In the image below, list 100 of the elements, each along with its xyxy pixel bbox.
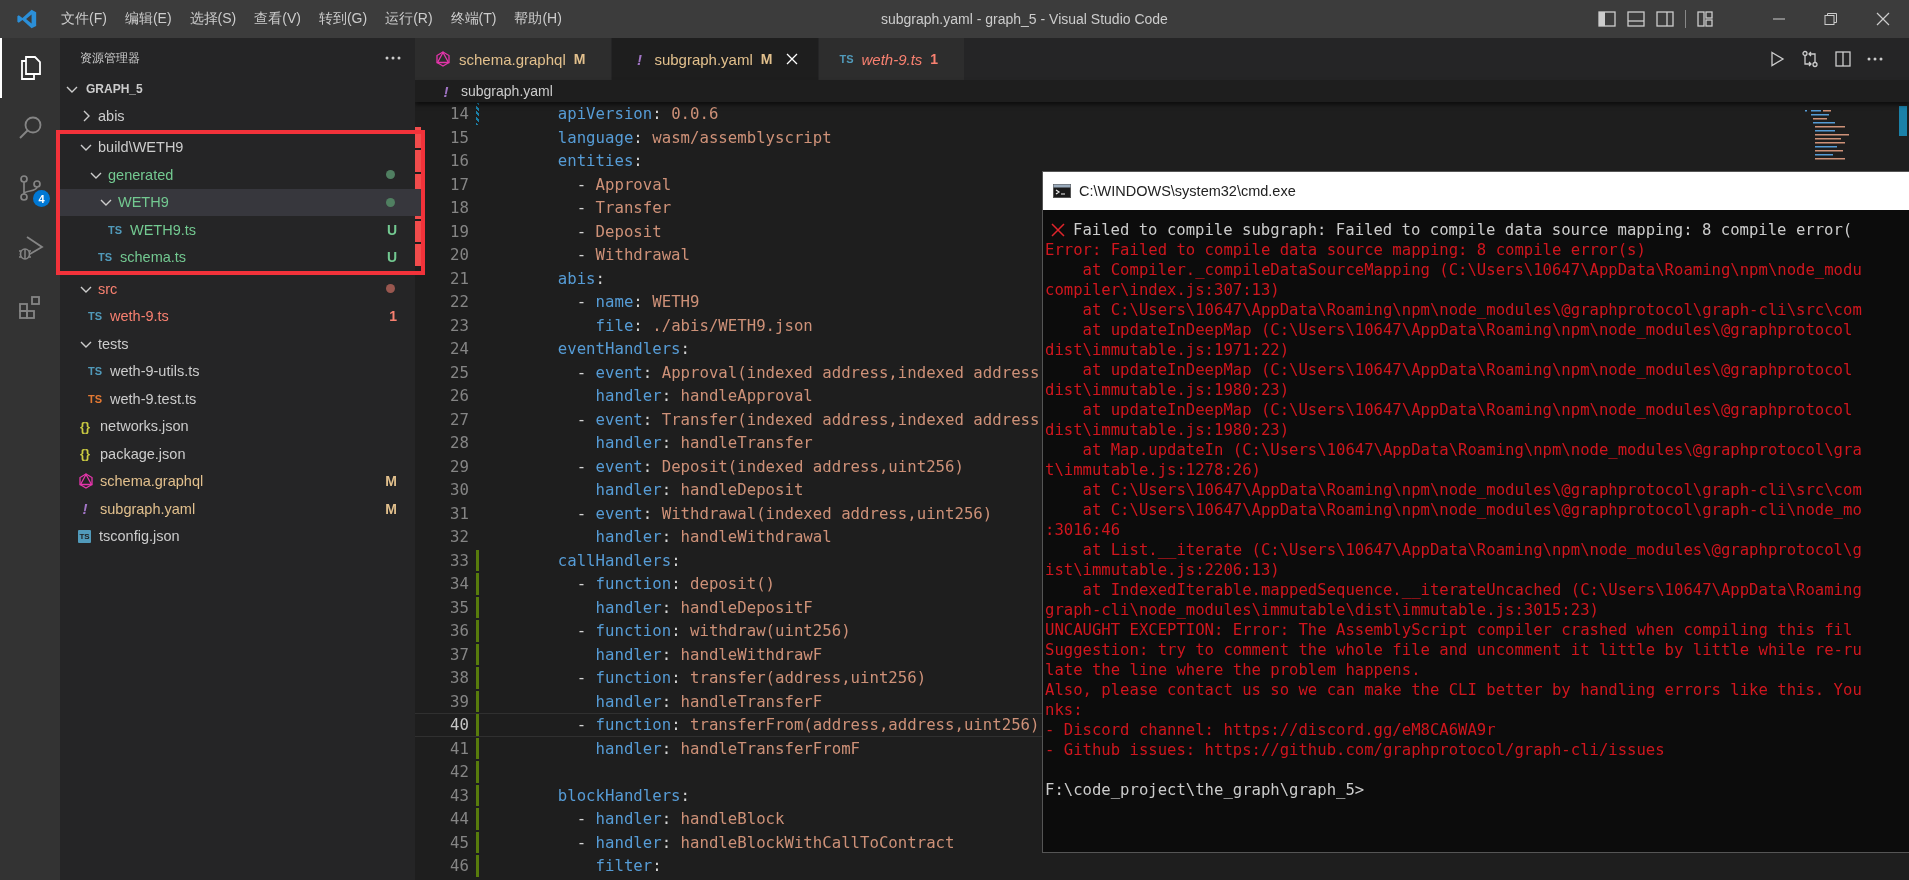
split-editor-icon[interactable] (1835, 51, 1851, 67)
code-line: abis: (556, 268, 605, 288)
console-line: at List.__iterate (C:\Users\10647\AppData\Roaming\npm\node_modules\@graphprotocol\g (1081, 540, 1862, 560)
menu-item[interactable]: 终端(T) (441, 6, 506, 32)
line-number: 26 (449, 386, 469, 406)
console-line: UNCAUGHT EXCEPTION: Error: The AssemblyScript compiler crashed when compiling this fil (1045, 620, 1853, 640)
line-number: 39 (449, 691, 469, 711)
folder-name: generated (108, 166, 175, 183)
menu-item[interactable]: 选择(S) (180, 6, 246, 32)
line-number: 28 (449, 433, 469, 453)
code-line: - function: transfer(address,uint256) (575, 668, 927, 688)
tree-item[interactable]: {} package.json (60, 440, 415, 468)
folder-name: WETH9 (118, 194, 170, 211)
tab-label: weth-9.ts (861, 50, 923, 68)
folder-name: abis (98, 107, 126, 124)
console-line: at updateInDeepMap (C:\Users\10647\AppData\Roaming\npm\node_modules\@graphprotocol (1081, 360, 1853, 380)
code-line: - handler: handleBlockWithCallToContract (575, 832, 955, 852)
console-line: at C:\Users\10647\AppData\Roaming\npm\node_modules\@graphprotocol\graph-cli\src\com (1081, 480, 1862, 500)
line-number: 32 (449, 527, 469, 547)
scrollbar-thumb[interactable] (1899, 106, 1907, 136)
file-name: WETH9.ts (130, 221, 198, 238)
menu-item[interactable]: 编辑(E) (115, 6, 181, 32)
ts-file-icon: TS (88, 310, 102, 323)
tree-item[interactable]: TS WETH9.ts U (60, 216, 421, 244)
console-line: late the line where the problem happens. (1045, 660, 1421, 680)
line-number: 34 (449, 574, 469, 594)
code-line: handler: handleDeposit (594, 480, 804, 500)
editor-tab[interactable]: schema.graphql M (415, 38, 613, 80)
git-status: 1 (389, 308, 397, 325)
line-number: 42 (449, 762, 469, 782)
tree-item[interactable]: ! subgraph.yaml M (60, 495, 415, 523)
panel-toggle-icon[interactable] (1627, 11, 1645, 27)
line-number: 17 (449, 174, 469, 194)
editor-tab[interactable]: TS weth-9.ts 1 (819, 38, 966, 80)
run-icon[interactable] (1769, 51, 1785, 67)
menu-item[interactable]: 文件(F) (52, 6, 116, 32)
console-line: - Discord channel: https://discord.gg/eM8CA6WA9r (1045, 720, 1496, 740)
menu-item[interactable]: 运行(R) (376, 6, 442, 32)
tree-item[interactable]: src (60, 275, 415, 303)
file-name: tsconfig.json (99, 528, 181, 545)
code-line: - event: Deposit(indexed address,uint256) (575, 456, 964, 476)
more-icon[interactable] (385, 56, 401, 60)
run-debug-icon (17, 234, 45, 262)
console-line: t\immutable.js:1278:26) (1045, 460, 1261, 480)
yaml-file-icon: ! (632, 50, 647, 68)
code-line: - Deposit (575, 221, 662, 241)
scm-button[interactable]: 4 (0, 158, 60, 218)
restore-icon (1824, 12, 1838, 26)
line-number: 15 (449, 127, 469, 147)
error-icon (1051, 223, 1065, 237)
breadcrumb-item[interactable]: subgraph.yaml (461, 83, 553, 99)
console-line: compiler\index.js:307:13) (1045, 280, 1280, 300)
line-number: 21 (449, 268, 469, 288)
editor-tab[interactable]: ! subgraph.yaml M (612, 38, 820, 80)
menu-item[interactable]: 帮助(H) (505, 6, 571, 32)
split-layout-icon[interactable] (1656, 11, 1674, 27)
tab-label: schema.graphql (459, 50, 566, 68)
notification-badge: 4 (33, 190, 50, 207)
tree-item[interactable]: tests (60, 330, 415, 358)
console-line: at C:\Users\10647\AppData\Roaming\npm\node_modules\@graphprotocol\graph-cli\src\com (1081, 300, 1862, 320)
folder-name: GRAPH_5 (86, 82, 143, 96)
close-icon[interactable] (786, 53, 799, 65)
menu-item[interactable]: 查看(V) (245, 6, 310, 32)
tree-item[interactable]: abis (60, 102, 415, 130)
more-icon[interactable] (1867, 57, 1883, 61)
compare-changes-icon[interactable] (1801, 50, 1819, 68)
line-number: 46 (449, 856, 469, 876)
code-line: entities: (556, 151, 643, 171)
vscode-logo-icon (16, 8, 38, 30)
menu-item[interactable]: 转到(G) (309, 6, 377, 32)
tab-label: subgraph.yaml (654, 50, 753, 68)
tree-item[interactable]: generated (60, 161, 421, 189)
tree-item[interactable]: TS weth-9.ts 1 (60, 302, 415, 330)
tree-item[interactable]: schema.graphql M (60, 467, 415, 495)
line-number: 38 (449, 668, 469, 688)
tree-item[interactable]: TS weth-9-utils.ts (60, 357, 415, 385)
tree-item[interactable]: TS schema.ts U (60, 243, 421, 271)
tree-item[interactable]: {} networks.json (60, 412, 415, 440)
line-number: 16 (449, 151, 469, 171)
line-number: 31 (449, 503, 469, 523)
tsconfig-file-icon: TS (78, 529, 91, 543)
layout-icon[interactable] (1697, 11, 1713, 27)
code-line: handler: handleTransferFromF (594, 738, 861, 758)
line-number: 40 (449, 715, 469, 735)
folder-header[interactable]: GRAPH_5 (60, 76, 415, 102)
tree-item[interactable]: TS tsconfig.json (60, 522, 415, 550)
console-line: :3016:46 (1045, 520, 1121, 540)
ts-test-file-icon: TS (88, 392, 102, 405)
console-line: graph-cli\node_modules\immutable\dist\immutable.js:3015:23) (1045, 600, 1599, 620)
ts-file-icon: TS (839, 53, 854, 65)
console-line: - Github issues: https://github.com/graphprotocol/graph-cli/issues (1045, 740, 1665, 760)
sidebar-toggle-icon[interactable] (1598, 11, 1616, 27)
tree-item[interactable]: build\WETH9 (60, 133, 421, 161)
line-number: 29 (449, 456, 469, 476)
json-file-icon: {} (78, 418, 92, 434)
folder-name: build\WETH9 (98, 139, 185, 156)
tree-item[interactable]: TS weth-9.test.ts (60, 385, 415, 413)
code-line: - name: WETH9 (575, 292, 700, 312)
ts-file-icon: TS (108, 223, 122, 236)
file-name: schema.graphql (100, 473, 205, 490)
